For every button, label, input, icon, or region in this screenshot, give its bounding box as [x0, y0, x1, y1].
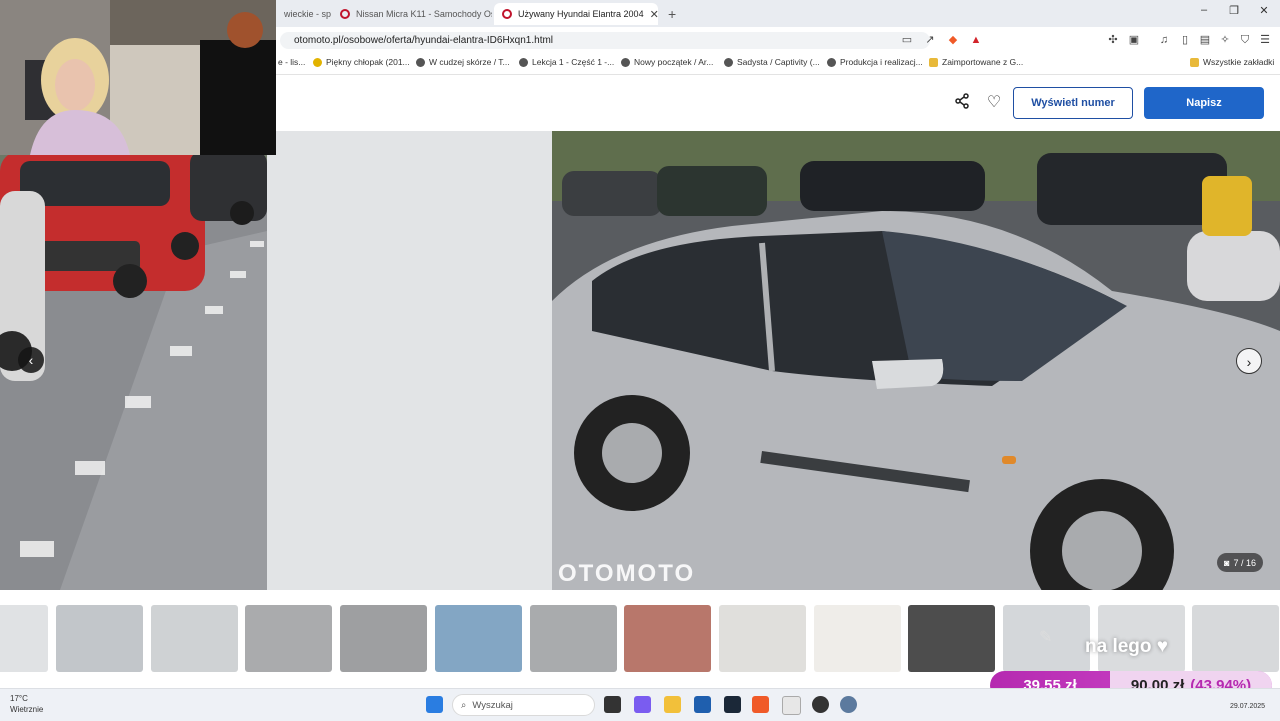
new-tab-button[interactable]: + — [660, 3, 682, 25]
thumbnail[interactable] — [340, 605, 428, 672]
tab-2[interactable]: Nissan Micra K11 - Samochody Osob — [332, 3, 492, 25]
search-icon: ⌕ — [461, 699, 467, 711]
restore-icon[interactable]: ❐ — [1224, 4, 1244, 17]
globe-icon — [621, 57, 630, 67]
bookmark-folder[interactable]: Zaimportowane z G... — [929, 57, 1023, 67]
thumbnail[interactable] — [245, 605, 333, 672]
main-car-photo — [552, 131, 1280, 590]
thumbnail[interactable] — [434, 605, 522, 672]
brave-rewards-icon[interactable]: ▲ — [969, 33, 983, 47]
gallery-background — [267, 131, 552, 590]
file-explorer-icon[interactable] — [664, 696, 681, 713]
tab-1[interactable]: wieckie - sp — [276, 3, 332, 25]
thumbnail[interactable] — [1192, 605, 1280, 672]
thumbnail[interactable] — [624, 605, 712, 672]
settings-icon[interactable] — [840, 696, 857, 713]
tab-label: Używany Hyundai Elantra 2004 — [518, 9, 644, 19]
photo-counter: ◙ 7 / 16 — [1217, 553, 1263, 572]
bookmark-item[interactable]: e - lis... — [278, 57, 305, 67]
otomoto-favicon-icon — [502, 9, 512, 19]
brave-icon[interactable] — [752, 696, 769, 713]
heart-icon[interactable]: ♡ — [984, 93, 1004, 113]
pen-icon: ✎ — [1039, 629, 1053, 646]
temperature: 17°C — [10, 694, 28, 703]
extensions-icon[interactable]: ✣ — [1106, 33, 1120, 47]
all-bookmarks-folder[interactable]: Wszystkie zakładki — [1190, 57, 1274, 67]
search-placeholder: Wyszukaj — [472, 699, 513, 711]
cast-icon[interactable]: ▭ — [900, 33, 914, 47]
thumbnail[interactable] — [56, 605, 143, 672]
folder-icon — [929, 57, 938, 67]
folder-icon — [1190, 57, 1199, 67]
photo-gallery: ‹ › — [0, 131, 1280, 590]
show-number-button[interactable]: Wyświetl numer — [1013, 87, 1133, 119]
bookmark-item[interactable]: W cudzej skórze / T... — [416, 57, 510, 67]
thumbnail[interactable] — [0, 605, 48, 672]
thumbnail[interactable] — [150, 605, 238, 672]
url-field[interactable]: otomoto.pl/osobowe/oferta/hyundai-elantr… — [280, 32, 930, 49]
vpn-icon[interactable]: ⛉ — [1238, 33, 1252, 47]
task-view-icon[interactable] — [604, 696, 621, 713]
copilot-icon[interactable] — [634, 696, 651, 713]
menu-icon[interactable]: ☰ — [1258, 33, 1272, 47]
otomoto-watermark: OTOMOTO — [558, 560, 696, 587]
minimize-icon[interactable]: – — [1194, 4, 1214, 16]
sidebar-icon[interactable]: ▯ — [1178, 33, 1192, 47]
leo-icon[interactable]: ✧ — [1218, 33, 1232, 47]
tab-3-active[interactable]: Używany Hyundai Elantra 2004 ✕ — [494, 3, 658, 25]
thumbnail[interactable] — [908, 605, 996, 672]
start-icon[interactable] — [426, 696, 443, 713]
otomoto-favicon-icon — [340, 9, 350, 19]
media-icon[interactable]: ♫ — [1157, 33, 1171, 47]
bookmark-item[interactable]: Nowy początek / Ar... — [621, 57, 713, 67]
globe-icon — [416, 57, 425, 67]
next-photo-button[interactable]: › — [1236, 348, 1262, 374]
bookmark-item[interactable]: Sadysta / Captivity (... — [724, 57, 820, 67]
notepad-icon[interactable] — [782, 696, 801, 715]
weather-condition: Wietrznie — [10, 705, 44, 714]
steam-icon[interactable] — [724, 696, 741, 713]
thumbnail[interactable] — [718, 605, 806, 672]
globe-icon — [827, 57, 836, 67]
bookmark-item[interactable]: Piękny chłopak (201... — [313, 57, 410, 67]
weather-widget[interactable]: 17°C Wietrznie — [10, 693, 43, 715]
screenshot-icon[interactable]: ▣ — [1127, 33, 1141, 47]
previous-photo-button[interactable]: ‹ — [18, 347, 44, 373]
camera-icon: ◙ — [1224, 557, 1230, 568]
clock-date: 29.07.2025 — [1230, 703, 1266, 710]
obs-icon[interactable] — [812, 696, 829, 713]
brave-shield-icon[interactable]: ◆ — [946, 33, 960, 47]
stream-goal-text: na lego ♥ — [1085, 636, 1169, 657]
close-tab-icon[interactable]: ✕ — [650, 8, 658, 21]
webcam-overlay — [0, 0, 276, 155]
globe-icon — [724, 57, 733, 67]
globe-icon — [519, 57, 528, 67]
photo-counter-text: 7 / 16 — [1233, 557, 1256, 568]
store-icon[interactable] — [694, 696, 711, 713]
close-window-icon[interactable]: ✕ — [1254, 4, 1274, 17]
bookmark-item[interactable]: Produkcja i realizacj... — [827, 57, 923, 67]
thumbnail-selected[interactable]: ✎ — [1003, 605, 1090, 672]
windows-taskbar: 17°C Wietrznie ⌕ Wyszukaj 29.07.2025 — [0, 688, 1280, 721]
taskbar-search[interactable]: ⌕ Wyszukaj — [452, 694, 595, 716]
thumbnail[interactable] — [813, 605, 901, 672]
share-icon[interactable] — [952, 93, 972, 113]
bookmark-favicon-icon — [313, 57, 322, 67]
write-message-button[interactable]: Napisz — [1144, 87, 1264, 119]
tab-label: Nissan Micra K11 - Samochody Osob — [356, 9, 492, 19]
tab-label: wieckie - sp — [284, 9, 332, 19]
thumbnail[interactable] — [529, 605, 617, 672]
bookmark-item[interactable]: Lekcja 1 - Część 1 -... — [519, 57, 614, 67]
wallet-icon[interactable]: ▤ — [1198, 33, 1212, 47]
share-page-icon[interactable]: ↗ — [923, 33, 937, 47]
